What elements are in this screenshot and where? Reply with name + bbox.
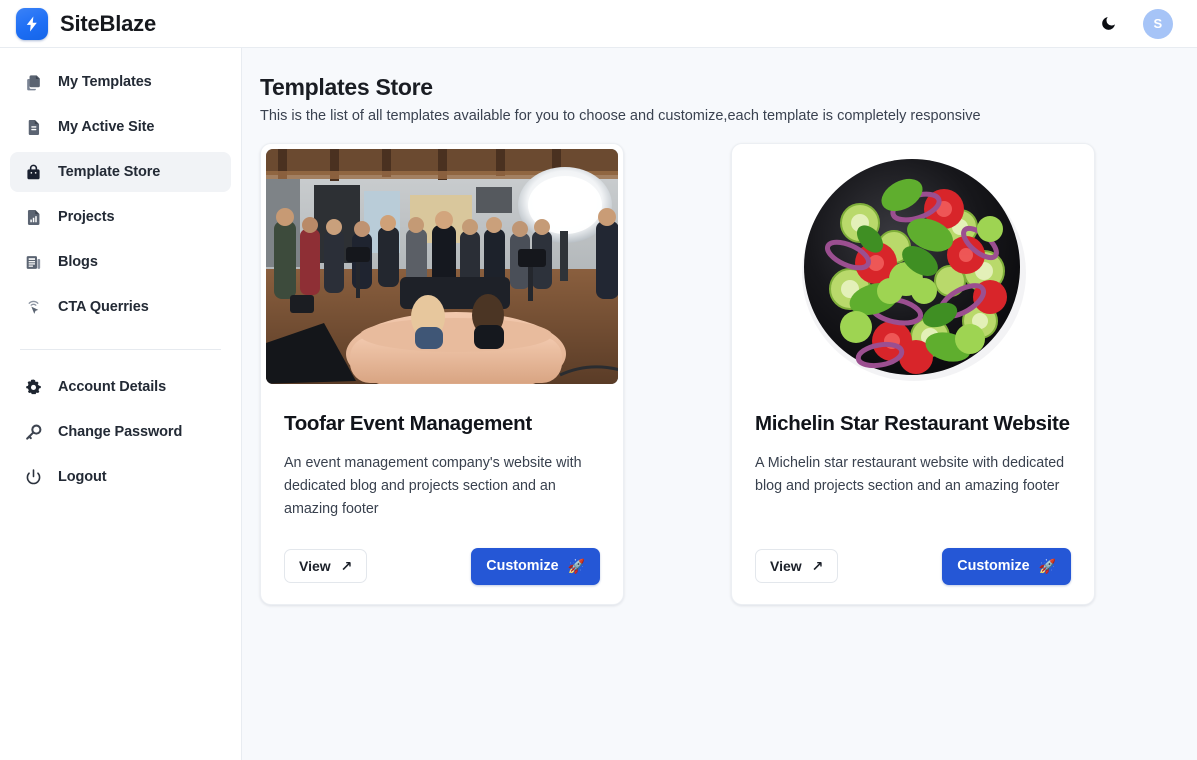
event-studio-photo [266,149,618,384]
arrow-up-right-icon: ↗ [340,558,353,575]
page-subtitle: This is the list of all templates availa… [260,108,981,124]
card-description: An event management company's website wi… [284,455,582,518]
view-button[interactable]: View ↗ [755,549,839,584]
top-bar: SiteBlaze S [0,0,1197,48]
salad-bowl-photo [737,149,1089,384]
avatar[interactable]: S [1143,8,1173,39]
moon-icon[interactable] [1095,11,1121,37]
sidebar-item-label: My Active Site [58,119,155,135]
sidebar-divider [20,349,221,350]
main-content: Templates Store This is the list of all … [242,48,1197,760]
card-actions: View ↗ Customize 🚀 [755,547,1071,585]
template-card[interactable]: Toofar Event Management An event managem… [260,143,624,605]
sidebar-item-label: Account Details [58,379,167,395]
newspaper-icon [22,251,44,273]
sidebar: My Templates My Active Site Template Sto… [0,48,242,760]
customize-button-label: Customize [957,558,1030,575]
sidebar-item-template-store[interactable]: Template Store [10,152,231,192]
sidebar-item-label: Logout [58,469,107,485]
view-button-label: View [299,558,331,575]
sidebar-item-my-active-site[interactable]: My Active Site [10,107,231,147]
arrow-up-right-icon: ↗ [811,558,824,575]
sidebar-item-change-password[interactable]: Change Password [10,412,231,452]
card-body: Michelin Star Restaurant Website A Miche… [737,384,1089,604]
card-title: Toofar Event Management [284,412,532,435]
gear-icon [22,376,44,398]
power-icon [22,466,44,488]
template-card[interactable]: Michelin Star Restaurant Website A Miche… [731,143,1095,605]
sidebar-item-my-templates[interactable]: My Templates [10,62,231,102]
app-root: SiteBlaze S My Templates My Active Site … [0,0,1197,760]
cursor-click-icon [22,296,44,318]
customize-button[interactable]: Customize 🚀 [471,547,600,585]
sidebar-item-account-details[interactable]: Account Details [10,367,231,407]
sidebar-item-blogs[interactable]: Blogs [10,242,231,282]
sidebar-item-label: Blogs [58,254,98,270]
sidebar-item-label: My Templates [58,74,152,90]
brand[interactable]: SiteBlaze [16,7,157,40]
bar-chart-file-icon [22,206,44,228]
rocket-icon: 🚀 [1038,558,1056,575]
sidebar-item-label: Template Store [58,164,161,180]
sidebar-item-cta-querries[interactable]: CTA Querries [10,287,231,327]
top-bar-actions: S [1095,8,1181,39]
template-card-grid: Toofar Event Management An event managem… [260,143,1197,605]
customize-button-label: Customize [486,558,559,575]
lightning-bolt-icon [16,7,48,40]
sidebar-item-projects[interactable]: Projects [10,197,231,237]
sidebar-item-logout[interactable]: Logout [10,457,231,497]
view-button[interactable]: View ↗ [284,549,368,584]
sidebar-item-label: Projects [58,209,115,225]
copy-stack-icon [22,71,44,93]
shopping-bag-icon [22,161,44,183]
brand-name: SiteBlaze [60,10,157,36]
card-body: Toofar Event Management An event managem… [266,384,618,604]
page-title: Templates Store [260,74,433,100]
body: My Templates My Active Site Template Sto… [0,48,1197,760]
card-description: A Michelin star restaurant website with … [755,455,1065,495]
card-actions: View ↗ Customize 🚀 [284,547,600,585]
rocket-icon: 🚀 [567,558,585,575]
file-icon [22,116,44,138]
sidebar-item-label: CTA Querries [58,299,149,315]
key-icon [22,421,44,443]
card-title: Michelin Star Restaurant Website [755,412,1070,435]
view-button-label: View [770,558,802,575]
sidebar-item-label: Change Password [58,424,183,440]
customize-button[interactable]: Customize 🚀 [942,547,1071,585]
